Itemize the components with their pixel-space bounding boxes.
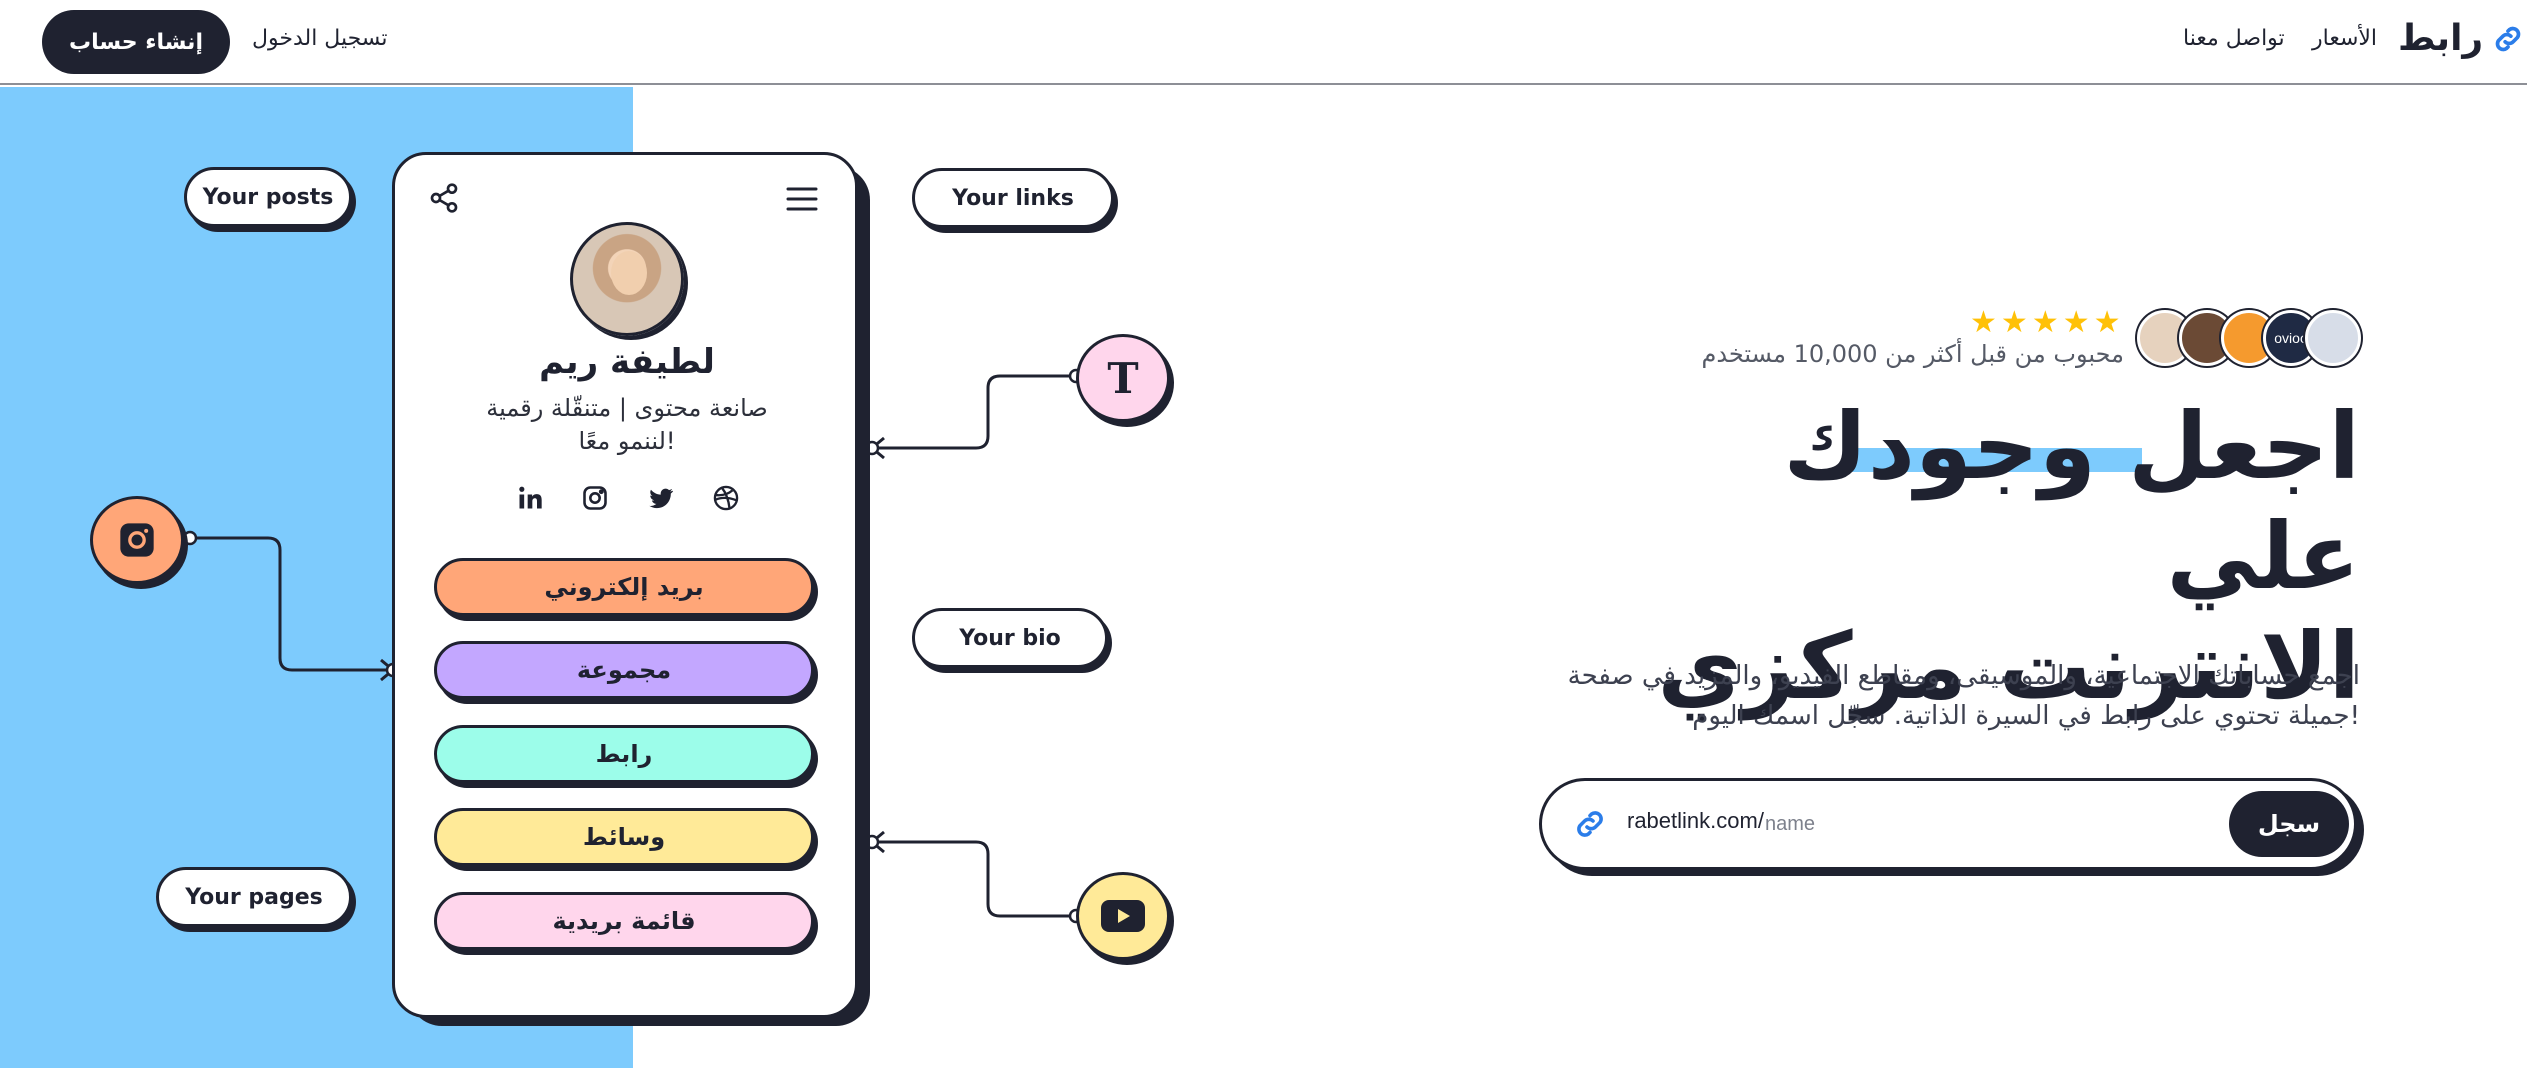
twitter-icon[interactable]	[647, 484, 675, 512]
profile-avatar	[570, 222, 684, 336]
bubble-your-pages: Your pages	[156, 867, 352, 927]
youtube-badge	[1076, 872, 1170, 960]
contact-link[interactable]: تواصل معنا	[2183, 26, 2285, 51]
bubble-your-links: Your links	[912, 168, 1114, 228]
link-button-link[interactable]: رابط	[434, 725, 814, 783]
loved-by-text: محبوب من قبل أكثر من 10,000 مستخدم	[1701, 340, 2124, 368]
profile-bio-line2: لننمو معًا!	[578, 427, 676, 455]
profile-name: لطيفة ريم	[539, 342, 715, 382]
text-t-icon: T	[1107, 353, 1139, 403]
user-avatars-group: ovioo	[2137, 310, 2363, 366]
hero-description: اجمع حساباتك الاجتماعية، والموسيقى، ومقا…	[1567, 661, 2360, 731]
top-navbar: إنشاء حساب تسجيل الدخول تواصل معنا الأسع…	[0, 0, 2527, 85]
user-avatar	[2305, 310, 2361, 366]
link-button-collection[interactable]: مجموعة	[434, 641, 814, 699]
bubble-your-posts: Your posts	[184, 167, 352, 227]
brand-logo[interactable]: رابط	[2398, 18, 2525, 59]
share-icon[interactable]	[428, 182, 460, 214]
username-input[interactable]	[1765, 806, 2065, 842]
pricing-link[interactable]: الأسعار	[2312, 26, 2377, 51]
profile-bio: صانعة محتوى | متنقّلة رقمية لننمو معًا!	[440, 392, 814, 458]
star-icon: ★	[2062, 305, 2090, 340]
register-button[interactable]: سجل	[2229, 791, 2349, 857]
hamburger-menu-icon[interactable]	[786, 186, 818, 212]
star-icon: ★	[2093, 305, 2121, 340]
instagram-badge	[90, 496, 184, 584]
dribbble-icon[interactable]	[712, 484, 740, 512]
hero-title-line1: اجعل وجودك علي	[1783, 393, 2360, 610]
link-icon	[1577, 811, 1603, 837]
instagram-icon[interactable]	[581, 484, 609, 512]
user-avatar-label: ovioo	[2274, 330, 2308, 346]
profile-bio-line1: صانعة محتوى | متنقّلة رقمية	[486, 394, 768, 422]
brand-name: رابط	[2398, 18, 2484, 59]
social-icons-row	[516, 484, 740, 512]
linkedin-icon[interactable]	[516, 484, 544, 512]
url-prefix: rabetlink.com/	[1627, 808, 1764, 833]
link-icon	[2495, 26, 2521, 51]
star-icon: ★	[2031, 305, 2059, 340]
bubble-your-bio: Your bio	[912, 608, 1108, 668]
login-link[interactable]: تسجيل الدخول	[252, 26, 388, 51]
star-icon: ★	[2000, 305, 2028, 340]
instagram-icon	[120, 523, 154, 557]
star-icon: ★	[1970, 305, 1997, 340]
rating-stars: ★ ★ ★ ★ ★	[1970, 308, 2121, 338]
youtube-icon	[1101, 900, 1145, 932]
link-button-media[interactable]: وسائط	[434, 808, 814, 866]
link-button-email[interactable]: بريد إلكتروني	[434, 558, 814, 616]
link-button-mailing-list[interactable]: قائمة بريدية	[434, 892, 814, 950]
signup-button[interactable]: إنشاء حساب	[42, 10, 230, 74]
text-badge: T	[1076, 334, 1170, 422]
